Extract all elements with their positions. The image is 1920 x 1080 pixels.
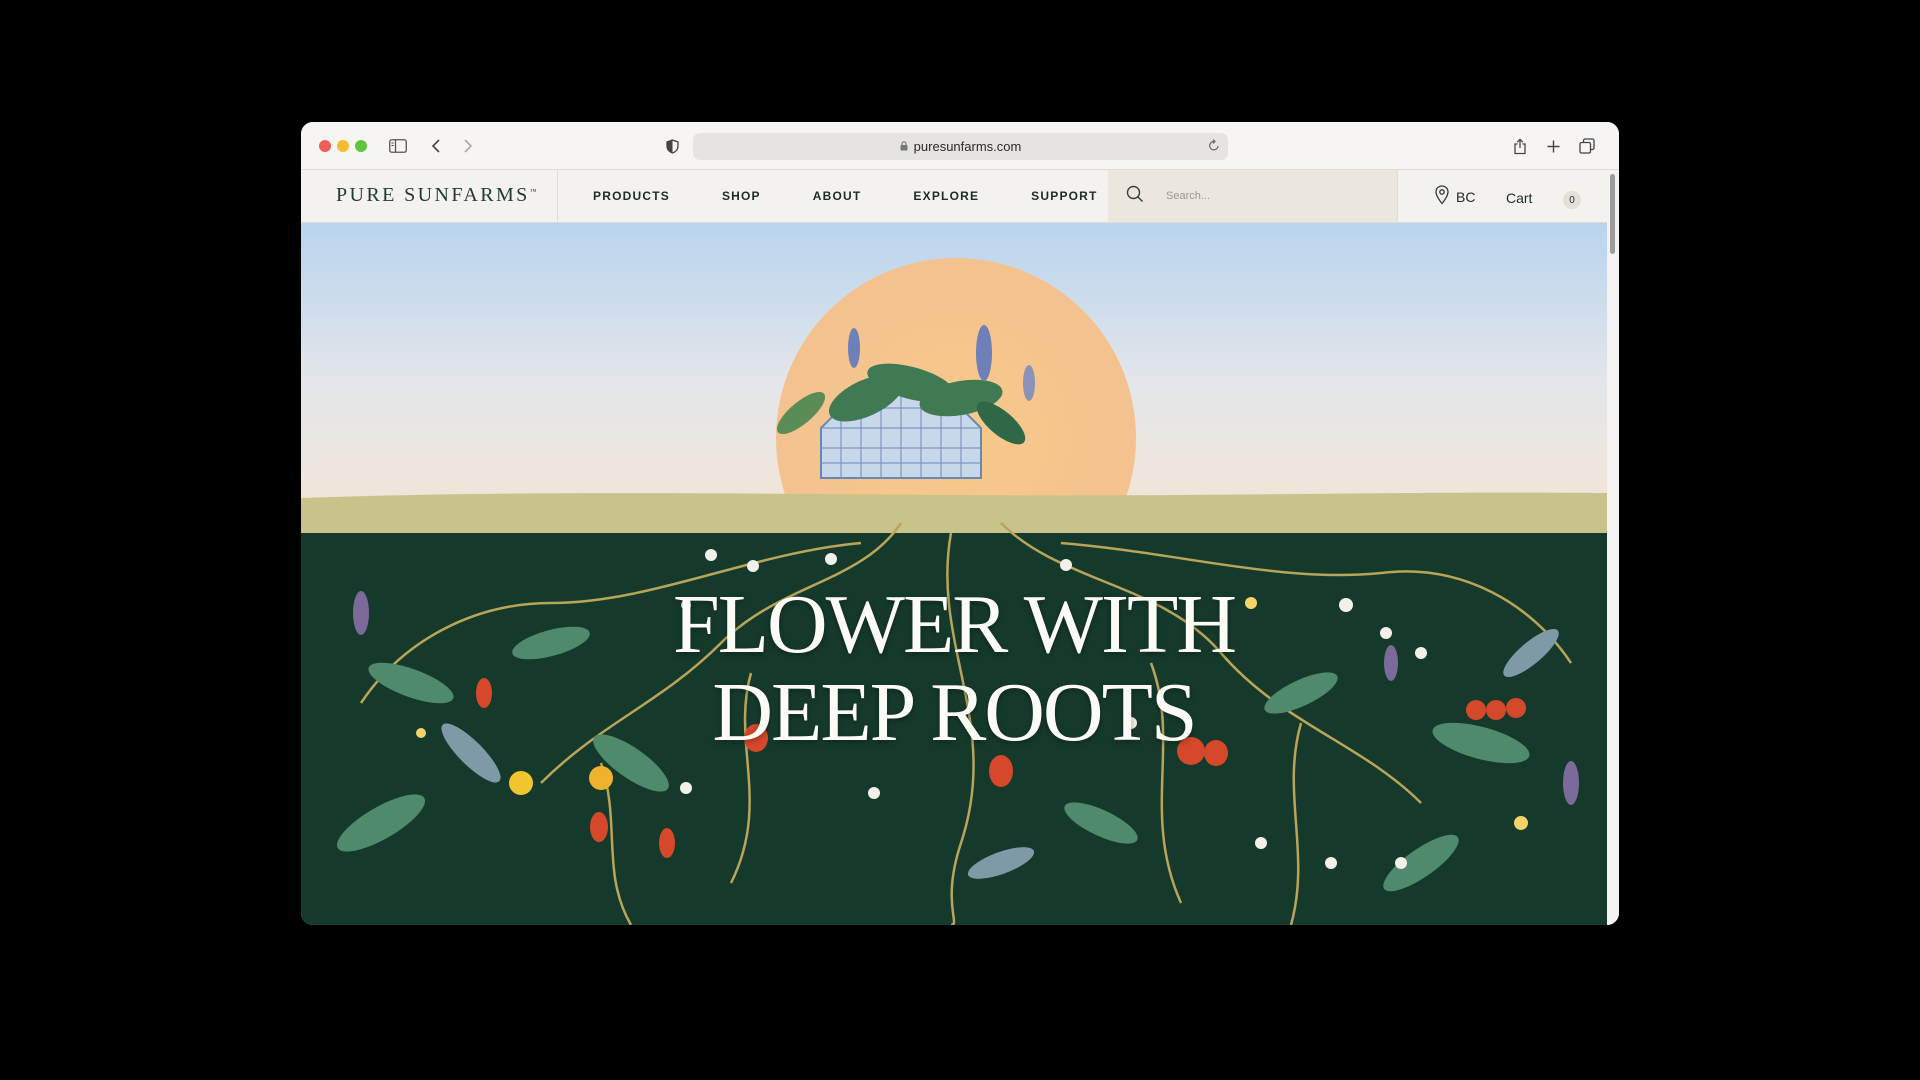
header-divider: [557, 170, 558, 222]
browser-toolbar: puresunfarms.com: [301, 122, 1619, 170]
reload-icon[interactable]: [1208, 138, 1220, 155]
browser-window: puresunfarms.com PURE SUNFARMS™ PRODUCTS…: [301, 122, 1619, 925]
site-header: PURE SUNFARMS™ PRODUCTS SHOP ABOUT EXPLO…: [301, 170, 1607, 223]
lock-icon: [900, 139, 908, 154]
grass-strip: [301, 492, 1607, 535]
address-bar[interactable]: puresunfarms.com: [693, 133, 1228, 160]
nav-about[interactable]: ABOUT: [813, 189, 862, 203]
hero-illustration: [301, 223, 1607, 925]
headline-line-2: DEEP ROOTS: [712, 666, 1197, 759]
minimize-window-button[interactable]: [337, 140, 349, 152]
region-selector[interactable]: BC: [1435, 185, 1475, 205]
site-logo[interactable]: PURE SUNFARMS™: [336, 184, 537, 207]
page-scrollbar[interactable]: [1607, 170, 1619, 925]
main-nav: PRODUCTS SHOP ABOUT EXPLORE SUPPORT: [593, 170, 1150, 222]
nav-products[interactable]: PRODUCTS: [593, 189, 670, 203]
hero-headline: FLOWER WITH DEEP ROOTS: [301, 581, 1607, 757]
nav-explore[interactable]: EXPLORE: [913, 189, 979, 203]
scrollbar-thumb[interactable]: [1610, 174, 1615, 254]
region-label: BC: [1456, 189, 1476, 205]
location-pin-icon: [1435, 185, 1449, 205]
site-search: [1108, 170, 1398, 222]
share-icon[interactable]: [1512, 134, 1528, 158]
nav-shop[interactable]: SHOP: [722, 189, 761, 203]
header-divider: [1397, 170, 1398, 222]
nav-support[interactable]: SUPPORT: [1031, 189, 1097, 203]
search-input[interactable]: [1166, 190, 1386, 202]
zoom-window-button[interactable]: [355, 140, 367, 152]
cart-count-badge: 0: [1563, 191, 1581, 209]
hero-section: FLOWER WITH DEEP ROOTS: [301, 223, 1607, 925]
shield-icon[interactable]: [664, 134, 680, 158]
cart-link[interactable]: Cart: [1506, 190, 1532, 206]
sidebar-icon[interactable]: [387, 134, 409, 158]
headline-line-1: FLOWER WITH: [672, 578, 1237, 671]
back-icon[interactable]: [428, 134, 444, 158]
url-text: puresunfarms.com: [913, 139, 1022, 154]
new-tab-icon[interactable]: [1545, 134, 1561, 158]
close-window-button[interactable]: [319, 140, 331, 152]
tabs-overview-icon[interactable]: [1578, 134, 1596, 158]
forward-icon[interactable]: [460, 134, 476, 158]
trademark-mark: ™: [529, 187, 537, 196]
search-icon[interactable]: [1126, 185, 1144, 208]
